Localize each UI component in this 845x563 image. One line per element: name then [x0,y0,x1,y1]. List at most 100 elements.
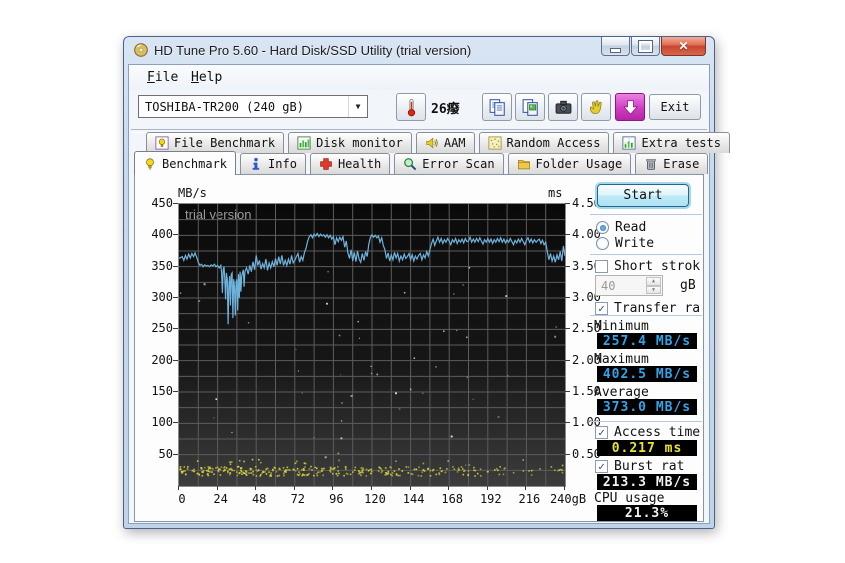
separator [590,254,702,255]
tab-erase[interactable]: Erase [635,153,708,174]
tick-mark [525,486,526,490]
y-axis-tick: 200 [139,353,173,367]
random-dots-icon [488,136,502,150]
y-axis-tick: 400 [139,227,173,241]
menu-item-file[interactable]: File [143,69,182,86]
trash-icon [644,157,658,171]
benchmark-chart: trial version [178,203,566,487]
x-axis-tick: 0 [162,492,202,506]
tick-mark [173,360,178,361]
copy-image-button[interactable] [515,93,545,121]
tab-file-benchmark[interactable]: File Benchmark [146,132,284,153]
tab-folder-usage[interactable]: Folder Usage [508,153,632,174]
download-icon [621,98,640,117]
access-time-checkbox[interactable]: ✓ Access time [595,425,700,440]
tick-mark [332,486,333,490]
write-radio[interactable]: Write [596,236,654,251]
benchmark-panel: MB/s ms trial version 450400350300250200… [134,174,704,522]
magnifier-icon [403,157,417,171]
y-axis-tick: 450 [139,196,173,210]
start-button[interactable]: Start [597,184,689,207]
x-axis-tick: 240gB [548,492,588,506]
tick-mark [565,203,570,204]
tick-mark [565,297,570,298]
minimize-button[interactable] [601,37,630,56]
window-title: HD Tune Pro 5.60 - Hard Disk/SSD Utility… [154,43,471,58]
speaker-icon [425,136,439,150]
average-value-text: 373.0 MB/s [603,400,691,415]
spinner-down-icon[interactable]: ▼ [646,286,661,295]
burst-rate-label: Burst rat [614,459,684,474]
transfer-rate-checkbox[interactable]: ✓ Transfer ra [595,301,700,316]
lamp-boxed-icon [155,136,169,150]
temperature-button[interactable] [396,93,426,121]
average-value: 373.0 MB/s [597,399,697,415]
tab-info[interactable]: Info [240,153,306,174]
minimum-label: Minimum [594,319,649,334]
radio-selected-icon [596,221,609,234]
checkbox-unchecked-icon [595,260,608,273]
close-button[interactable]: ✕ [661,37,706,56]
x-axis-tick: 72 [278,492,318,506]
tab-label: Folder Usage [536,157,623,171]
tab-label: Erase [663,157,699,171]
read-label: Read [615,220,646,235]
x-axis-tick: 120 [355,492,395,506]
menu-item-help[interactable]: Help [187,69,226,86]
average-label: Average [594,385,649,400]
thermometer-icon [402,98,421,117]
copy-text-button[interactable] [482,93,512,121]
tab-health[interactable]: Health [310,153,390,174]
tab-random-access[interactable]: Random Access [479,132,610,153]
y-axis-tick: 100 [139,415,173,429]
transfer-rate-label: Transfer ra [614,301,700,316]
tick-mark [565,422,570,423]
burst-rate-value: 213.3 MB/s [597,474,697,490]
tick-mark [173,297,178,298]
exit-button[interactable]: Exit [649,94,701,120]
short-stroke-checkbox[interactable]: Short strok [595,259,700,274]
tick-mark [487,486,488,490]
tab-disk-monitor[interactable]: Disk monitor [288,132,412,153]
x-axis-tick: 216 [509,492,549,506]
tab-row-secondary: File BenchmarkDisk monitorAAM Random Acce… [146,132,730,153]
maximize-icon [639,41,652,52]
minimum-value: 257.4 MB/s [597,333,697,349]
menu-bar: File Help [129,65,709,90]
access-time-label: Access time [614,425,700,440]
checkbox-checked-icon: ✓ [595,302,608,315]
x-axis-tick: 48 [239,492,279,506]
tab-benchmark[interactable]: Benchmark [134,151,236,175]
tab-extra-tests[interactable]: Extra tests [613,132,729,153]
tab-row-primary: BenchmarkInfoHealthError Scan Folder Usag… [134,153,708,174]
tick-mark [565,360,570,361]
x-axis-tick: 144 [394,492,434,506]
tick-mark [255,486,256,490]
tick-mark [178,486,179,490]
maximize-button[interactable] [631,37,660,56]
burst-rate-checkbox[interactable]: ✓ Burst rat [595,459,684,474]
tab-aam[interactable]: AAM [416,132,475,153]
tick-mark [565,234,570,235]
folder-icon [517,157,531,171]
y-axis-tick: 50 [139,447,173,461]
donate-button[interactable] [581,93,611,121]
capacity-spinner[interactable]: 40 ▲ ▼ [595,275,663,296]
read-radio[interactable]: Read [596,220,646,235]
tick-mark [173,266,178,267]
separator [590,315,702,316]
separator [590,214,702,215]
cpu-usage-value: 21.3% [597,505,697,521]
screenshot-button[interactable] [548,93,578,121]
minimum-value-text: 257.4 MB/s [603,334,691,349]
tab-label: Random Access [507,136,601,150]
drive-select-dropdown[interactable]: TOSHIBA-TR200 (240 gB) ▼ [138,95,368,118]
capacity-value: 40 [601,279,615,293]
title-bar[interactable]: HD Tune Pro 5.60 - Hard Disk/SSD Utility… [124,37,714,64]
spinner-up-icon[interactable]: ▲ [646,277,661,286]
checkbox-checked-icon: ✓ [595,460,608,473]
update-button[interactable] [615,93,645,121]
tab-error-scan[interactable]: Error Scan [394,153,503,174]
tick-mark [565,328,570,329]
drive-select-value: TOSHIBA-TR200 (240 gB) [145,100,304,114]
